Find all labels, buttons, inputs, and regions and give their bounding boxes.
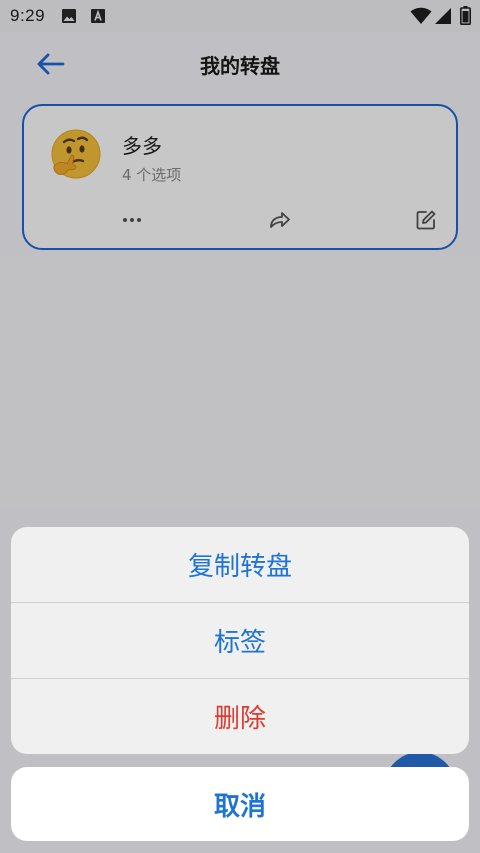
copy-wheel-button[interactable]: 复制转盘 bbox=[11, 527, 469, 602]
tags-button[interactable]: 标签 bbox=[11, 603, 469, 678]
delete-button[interactable]: 删除 bbox=[11, 679, 469, 754]
action-sheet: 复制转盘 标签 删除 bbox=[11, 527, 469, 754]
app-screen: 9:29 我的转盘 多多 4 个选项 复制转盘 标签 删除 取消 bbox=[0, 0, 480, 853]
cancel-button[interactable]: 取消 bbox=[11, 767, 469, 841]
